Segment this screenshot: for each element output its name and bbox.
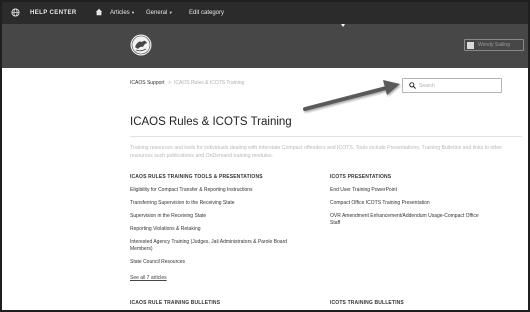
article-link[interactable]: Reporting Violations & Retaking — [130, 226, 201, 233]
section-heading-rules-training[interactable]: ICAOS RULES TRAINING TOOLS & PRESENTATIO… — [130, 174, 263, 180]
article-link[interactable]: Transferring Supervision to the Receivin… — [130, 200, 235, 207]
article-link[interactable]: OVR Amendment Enhancement/Addendum Usage… — [330, 213, 479, 220]
article-link[interactable]: Compact Office ICOTS Training Presentati… — [330, 200, 430, 207]
section-heading-icots-presentations[interactable]: ICOTS PRESENTATIONS — [330, 174, 391, 180]
page-title: ICAOS Rules & ICOTS Training — [130, 116, 292, 128]
article-link[interactable]: Eligibility for Compact Transfer & Repor… — [130, 187, 253, 194]
page-description: Training resources and tools for individ… — [130, 145, 503, 159]
article-link[interactable]: End User Training PowerPoint — [330, 187, 397, 194]
see-all-articles-link[interactable]: See all 7 articles — [130, 275, 167, 282]
screenshot-frame: HELP CENTER Articles ▾ General ▾ Edit ca… — [0, 0, 530, 312]
article-link-continued[interactable]: Staff — [330, 220, 340, 227]
divider — [130, 136, 522, 137]
article-link-continued[interactable]: Members) — [130, 246, 153, 253]
section-heading-icots-bulletins[interactable]: ICOTS TRAINING BULLETINS — [330, 300, 404, 306]
article-link[interactable]: Interested Agency Training (Judges, Jail… — [130, 239, 287, 246]
article-link[interactable]: State Council Resources — [130, 259, 185, 266]
section-heading-rule-bulletins[interactable]: ICAOS RULE TRAINING BULLETINS — [130, 300, 220, 306]
article-link[interactable]: Supervision in the Receiving State — [130, 213, 206, 220]
